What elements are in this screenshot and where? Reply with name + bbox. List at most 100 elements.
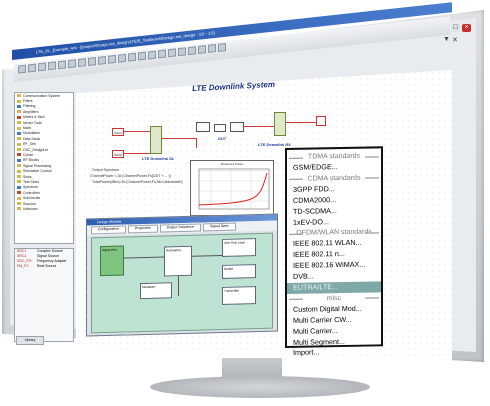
signal-gen-label: Signal Gen (102, 247, 117, 253)
output-label: Output (224, 266, 234, 271)
wire (162, 138, 196, 139)
tree-item-label: Amplifiers (23, 109, 39, 114)
modulator-block[interactable]: Modulator (140, 282, 172, 300)
tree-item-label: RF Blocks (23, 158, 39, 163)
folder-icon (17, 158, 21, 162)
monitor-stand-base (150, 376, 370, 398)
tree-item-label: Comm (23, 152, 34, 157)
tree-item-label: Data Stock (23, 136, 41, 141)
tree-item-label: Simulation Control (23, 169, 52, 174)
grid-icon[interactable] (168, 48, 176, 58)
tab-library[interactable]: Library (16, 336, 44, 345)
library-tree-panel: Communication System Filters Filtering Ampl… (14, 92, 74, 244)
folder-icon (17, 185, 21, 189)
tree-item-label: Vector Tools (23, 120, 43, 125)
close-icon[interactable]: ✕ (452, 36, 458, 44)
tree-item-label: Test Sinks (23, 179, 39, 184)
undo-icon[interactable] (88, 57, 96, 66)
dut-block-1[interactable] (196, 122, 210, 132)
zoom-out-icon[interactable] (118, 53, 126, 63)
save-icon[interactable] (38, 62, 46, 72)
cut-icon[interactable] (58, 60, 66, 70)
tree-item-label: Controllers (23, 190, 40, 195)
tree-item-label: RF_Stm (23, 142, 36, 147)
destination-block[interactable]: Destination (164, 245, 192, 277)
connector-line (178, 276, 179, 297)
property-row[interactable]: FM_FC Real Source (15, 264, 73, 269)
properties-icon[interactable] (208, 44, 216, 53)
lte-dl-block[interactable] (150, 126, 162, 154)
open-icon[interactable] (28, 63, 36, 73)
paste-icon[interactable] (78, 58, 86, 68)
tree-item-label: Modulation (23, 131, 41, 136)
folder-icon (17, 202, 21, 205)
folder-icon (17, 94, 21, 98)
sink-block[interactable] (316, 116, 326, 126)
folder-icon (17, 126, 21, 130)
property-value: Real Source (37, 264, 57, 268)
folder-icon (17, 131, 21, 135)
close-button[interactable]: × (462, 24, 471, 32)
new-icon[interactable] (18, 64, 26, 74)
print-icon[interactable] (48, 61, 56, 71)
menu-item[interactable]: Import... (287, 347, 381, 360)
measurement-plot[interactable]: Measured Power (190, 160, 274, 216)
tab-configuration[interactable]: Configuration (91, 225, 126, 235)
run-icon[interactable] (148, 50, 156, 60)
equation-text: ChannelPower = DL(ChannelPower.Fs(DDT + … (90, 174, 171, 178)
tab-output-sequence[interactable]: Output Sequence (159, 223, 202, 233)
folder-icon (17, 99, 21, 103)
maximize-button[interactable]: □ (451, 24, 460, 32)
source-block-1[interactable]: Vsrc1 (112, 128, 124, 136)
stop-icon[interactable] (158, 49, 166, 59)
folder-icon (17, 196, 21, 200)
folder-icon (17, 191, 21, 195)
wire (124, 153, 150, 154)
tree-item-label: Sources (23, 201, 36, 206)
tree-item-label: Signal Processing (23, 163, 52, 168)
lte-rx-block[interactable] (274, 112, 286, 136)
tree-item-label: Math (23, 126, 31, 131)
help-icon[interactable] (218, 42, 226, 52)
connector-line (124, 256, 164, 259)
dut-block-3[interactable] (230, 122, 244, 132)
standards-dropdown-menu: TDMA standards GSM/EDGE... CDMA standards 3… (285, 146, 383, 357)
align-icon[interactable] (178, 47, 186, 57)
mirror-icon[interactable] (198, 45, 206, 55)
pin-icon[interactable]: ▼ (443, 36, 450, 43)
tree-item-label: Unknown (23, 206, 38, 211)
plot-svg (198, 168, 270, 210)
source-block-2[interactable]: Vsrc2 (112, 150, 124, 158)
folder-icon (17, 115, 21, 119)
redo-icon[interactable] (98, 56, 106, 65)
menu-section-header: misc (287, 292, 381, 305)
tree-item-label: Filters (23, 99, 33, 104)
menu-section-header: TDMA standards (287, 150, 381, 163)
dut-label: DUT (218, 136, 227, 141)
sub-design-window[interactable]: Design Window Configuration Properties O… (86, 213, 278, 337)
tree-item-label: OSC_DesignLib (23, 147, 49, 152)
tab-properties[interactable]: Properties (127, 224, 158, 234)
output-block[interactable]: Output (222, 264, 256, 279)
folder-icon (17, 142, 21, 146)
tab-signal-spec[interactable]: Signal Spec (203, 222, 236, 232)
rotate-icon[interactable] (188, 46, 196, 56)
transmitter-block[interactable]: Transmitter (222, 286, 256, 305)
property-name: FM_FC (17, 264, 29, 268)
folder-icon (17, 137, 21, 141)
signal-gen-block[interactable]: Signal Gen (100, 245, 124, 277)
copy-icon[interactable] (68, 59, 76, 69)
source-block-1-label: Vsrc1 (114, 131, 122, 135)
wire-icon[interactable] (138, 51, 146, 61)
tree-item-label: Mixers & Mod (23, 115, 45, 120)
tree-item[interactable]: Unknown (15, 206, 73, 211)
sink-flow-block[interactable]: Sink Flow Logic (222, 238, 256, 257)
menu-section-header: CDMA standards (287, 172, 381, 185)
dut-block-2[interactable] (214, 124, 226, 132)
tree-item-label: Spectrum (23, 185, 38, 190)
sub-window-canvas[interactable]: Signal Gen Destination Sink Flow Logic O… (91, 232, 273, 334)
tree-item-label: Filtering (23, 104, 36, 109)
source-block-2-label: Vsrc2 (114, 153, 122, 157)
zoom-in-icon[interactable] (108, 54, 116, 64)
zoom-fit-icon[interactable] (128, 52, 136, 62)
